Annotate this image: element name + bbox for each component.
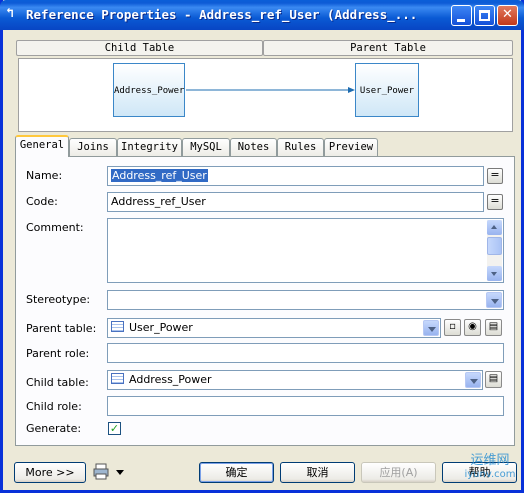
tab-general[interactable]: General	[15, 135, 69, 157]
name-code-sync-button[interactable]: =	[487, 168, 503, 184]
parent-table-header[interactable]: Parent Table	[263, 40, 513, 56]
parent-table-label: Parent table:	[26, 322, 97, 335]
table-icon	[111, 321, 124, 332]
reference-arrow	[186, 87, 355, 93]
scroll-up-arrow-icon[interactable]	[487, 220, 502, 235]
tab-integrity[interactable]: Integrity	[117, 138, 182, 157]
chevron-down-icon[interactable]	[423, 320, 439, 336]
tab-joins[interactable]: Joins	[69, 138, 117, 157]
title-bar[interactable]: ↰ Reference Properties - Address_ref_Use…	[0, 0, 524, 30]
generate-label: Generate:	[26, 422, 82, 435]
properties-icon[interactable]: ▤	[485, 371, 502, 388]
apply-button[interactable]: 应用(A)	[361, 462, 436, 483]
tab-mysql[interactable]: MySQL	[182, 138, 230, 157]
ok-button[interactable]: 确定	[199, 462, 274, 483]
generate-checkbox[interactable]: ✓	[108, 422, 121, 435]
window-title: Reference Properties - Address_ref_User …	[26, 7, 418, 22]
parent-entity-box[interactable]: User_Power	[355, 63, 419, 117]
new-document-icon[interactable]: ▫	[444, 319, 461, 336]
parent-role-field[interactable]	[107, 343, 504, 363]
name-field[interactable]: Address_ref_User	[107, 166, 484, 186]
chevron-down-icon[interactable]	[465, 372, 481, 388]
close-button[interactable]: ✕	[497, 5, 518, 26]
parent-role-label: Parent role:	[26, 347, 90, 360]
dropdown-arrow-icon[interactable]	[116, 470, 124, 475]
chevron-down-icon[interactable]	[486, 292, 502, 308]
stereotype-label: Stereotype:	[26, 293, 91, 306]
properties-icon[interactable]: ▤	[485, 319, 502, 336]
tab-rules[interactable]: Rules	[277, 138, 324, 157]
watermark-line-1: 运维网	[470, 453, 510, 468]
more-button[interactable]: More >>	[14, 462, 86, 483]
child-table-value: Address_Power	[129, 373, 212, 386]
printer-icon[interactable]	[93, 463, 109, 480]
cancel-button[interactable]: 取消	[280, 462, 355, 483]
tab-preview[interactable]: Preview	[324, 138, 378, 157]
comment-scrollbar[interactable]	[487, 220, 502, 281]
reference-properties-window: ↰ Reference Properties - Address_ref_Use…	[0, 0, 524, 493]
maximize-button[interactable]	[474, 5, 495, 26]
name-value: Address_ref_User	[111, 169, 208, 182]
comment-textarea[interactable]	[107, 218, 504, 283]
code-name-sync-button[interactable]: =	[487, 194, 503, 210]
reference-icon: ↰	[6, 6, 14, 21]
parent-table-combobox[interactable]: User_Power	[107, 318, 441, 338]
site-watermark: 运维网 iyunv.com	[455, 448, 524, 492]
scroll-down-arrow-icon[interactable]	[487, 266, 502, 281]
child-table-header[interactable]: Child Table	[16, 40, 263, 56]
child-table-label: Child table:	[26, 376, 89, 389]
stereotype-combobox[interactable]	[107, 290, 504, 310]
child-role-field[interactable]	[107, 396, 504, 416]
child-table-combobox[interactable]: Address_Power	[107, 370, 483, 390]
comment-label: Comment:	[26, 221, 84, 234]
code-label: Code:	[26, 195, 58, 208]
scroll-thumb[interactable]	[487, 237, 502, 255]
parent-table-value: User_Power	[129, 321, 193, 334]
child-role-label: Child role:	[26, 400, 82, 413]
preview-icon[interactable]: ◉	[464, 319, 481, 336]
code-field[interactable]: Address_ref_User	[107, 192, 484, 212]
watermark-line-2: iyunv.com	[464, 469, 516, 480]
minimize-button[interactable]	[451, 5, 472, 26]
tab-notes[interactable]: Notes	[230, 138, 277, 157]
table-icon	[111, 373, 124, 384]
reference-diagram: Address_Power User_Power	[18, 58, 513, 132]
name-label: Name:	[26, 169, 63, 182]
